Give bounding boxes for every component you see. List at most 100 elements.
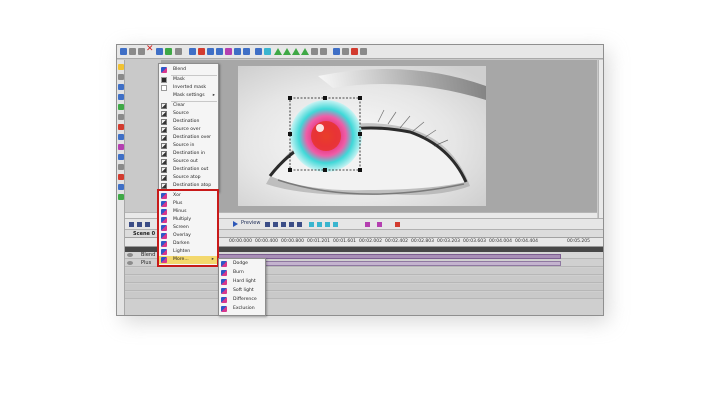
first-frame-icon[interactable] (265, 222, 270, 227)
menu-item-label: Destination over (173, 135, 212, 140)
keyframe-next-icon[interactable] (377, 222, 382, 227)
menu-item-label: Exclusion (233, 306, 255, 311)
group-icon[interactable] (234, 48, 241, 55)
track-row[interactable] (125, 276, 603, 283)
preview-area[interactable] (161, 60, 597, 228)
zoom-out-icon[interactable] (137, 222, 142, 227)
menu-item-difference[interactable]: Difference (219, 296, 265, 304)
menu-item-source-atop[interactable]: Source atop (159, 174, 218, 182)
open-icon[interactable] (129, 48, 136, 55)
frame-icon[interactable] (198, 48, 205, 55)
menu-item-label: Source atop (173, 175, 201, 180)
timeline-clip[interactable] (217, 254, 561, 259)
flip-icon[interactable] (255, 48, 262, 55)
snap-icon[interactable] (395, 222, 400, 227)
next-frame-icon[interactable] (289, 222, 294, 227)
prev-frame-icon[interactable] (273, 222, 278, 227)
layout-icon[interactable] (189, 48, 196, 55)
menu-item-destination[interactable]: Destination (159, 118, 218, 126)
audio-tool-icon[interactable] (118, 154, 124, 160)
menu-item-label: Inverted mask (173, 85, 207, 90)
line-tool-icon[interactable] (118, 94, 124, 100)
ruler-tick: 00:05.205 (567, 239, 590, 244)
loop-icon[interactable] (309, 222, 314, 227)
move-up-icon[interactable] (274, 48, 282, 55)
undo-icon[interactable] (175, 48, 182, 55)
camera-tool-icon[interactable] (118, 164, 124, 170)
keyframe-icon[interactable] (365, 222, 370, 227)
trim-icon[interactable] (333, 222, 338, 227)
fill-tool-icon[interactable] (118, 104, 124, 110)
export-icon[interactable] (342, 48, 349, 55)
op-icon (161, 111, 167, 117)
refresh-icon[interactable] (165, 48, 172, 55)
zoom-fit-icon[interactable] (145, 222, 150, 227)
shape-tool-icon[interactable] (118, 84, 124, 90)
rotate-icon[interactable] (264, 48, 271, 55)
save-icon[interactable] (138, 48, 145, 55)
marker-icon[interactable] (317, 222, 322, 227)
menu-item-clear[interactable]: Clear (159, 102, 218, 110)
lock-icon[interactable] (311, 48, 318, 55)
track-row[interactable] (125, 284, 603, 291)
video-tool-icon[interactable] (118, 134, 124, 140)
menu-item-dodge[interactable]: Dodge (219, 260, 265, 268)
menu-item-destination-out[interactable]: Destination out (159, 166, 218, 174)
zoom-icon[interactable] (156, 48, 163, 55)
op-icon (161, 167, 167, 173)
visibility-icon[interactable] (127, 253, 133, 257)
delete-icon[interactable] (146, 45, 154, 55)
menu-item-exclusion[interactable]: Exclusion (219, 305, 265, 313)
menu-item-burn[interactable]: Burn (219, 269, 265, 277)
op-icon (161, 103, 167, 109)
menu-item-mask-settings[interactable]: Mask settings ▸ (159, 92, 218, 100)
transform-icon[interactable] (225, 48, 232, 55)
play-icon[interactable] (233, 221, 238, 227)
image-tool-icon[interactable] (118, 124, 124, 130)
screenshot-stage: Preview Scene 0 00:00.000 00:00.400 00:0… (0, 0, 720, 404)
distribute-icon[interactable] (216, 48, 223, 55)
menu-item-source-over[interactable]: Source over (159, 126, 218, 134)
track-row[interactable] (125, 268, 603, 275)
unlock-icon[interactable] (320, 48, 327, 55)
mask-tool-icon[interactable] (118, 194, 124, 200)
menu-item-mask[interactable]: Mask (159, 76, 218, 84)
menu-item-label: Soft light (233, 288, 254, 293)
move-up-2-icon[interactable] (283, 48, 291, 55)
visibility-icon[interactable] (127, 261, 133, 265)
track-row[interactable] (125, 292, 603, 299)
menu-item-destination-in[interactable]: Destination in (159, 150, 218, 158)
op-icon (161, 175, 167, 181)
ungroup-icon[interactable] (243, 48, 250, 55)
move-down-icon[interactable] (292, 48, 300, 55)
zoom-in-icon[interactable] (129, 222, 134, 227)
pen-tool-icon[interactable] (118, 74, 124, 80)
last-frame-icon[interactable] (297, 222, 302, 227)
particle-tool-icon[interactable] (118, 184, 124, 190)
scene-label[interactable]: Scene 0 (133, 231, 155, 237)
align-icon[interactable] (207, 48, 214, 55)
stop-icon[interactable] (281, 222, 286, 227)
effect-tool-icon[interactable] (118, 144, 124, 150)
new-icon[interactable] (120, 48, 127, 55)
select-tool-icon[interactable] (118, 64, 124, 70)
scene-canvas[interactable] (238, 66, 486, 206)
text-tool-icon[interactable] (118, 114, 124, 120)
menu-item-inverted-mask[interactable]: Inverted mask (159, 84, 218, 92)
record-icon[interactable] (351, 48, 358, 55)
menu-item-blend[interactable]: Blend (159, 66, 218, 74)
menu-item-source[interactable]: Source (159, 110, 218, 118)
settings-icon[interactable] (360, 48, 367, 55)
menu-item-source-in[interactable]: Source in (159, 142, 218, 150)
menu-item-destination-over[interactable]: Destination over (159, 134, 218, 142)
menu-item-source-out[interactable]: Source out (159, 158, 218, 166)
menu-item-hard-light[interactable]: Hard light (219, 278, 265, 286)
preview-button[interactable]: Preview (241, 220, 260, 226)
split-icon[interactable] (325, 222, 330, 227)
preview-vertical-scrollbar[interactable] (598, 60, 603, 228)
preview-icon[interactable] (333, 48, 340, 55)
chart-tool-icon[interactable] (118, 174, 124, 180)
timeline-clip[interactable] (217, 261, 561, 266)
move-down-2-icon[interactable] (301, 48, 309, 55)
menu-item-soft-light[interactable]: Soft light (219, 287, 265, 295)
